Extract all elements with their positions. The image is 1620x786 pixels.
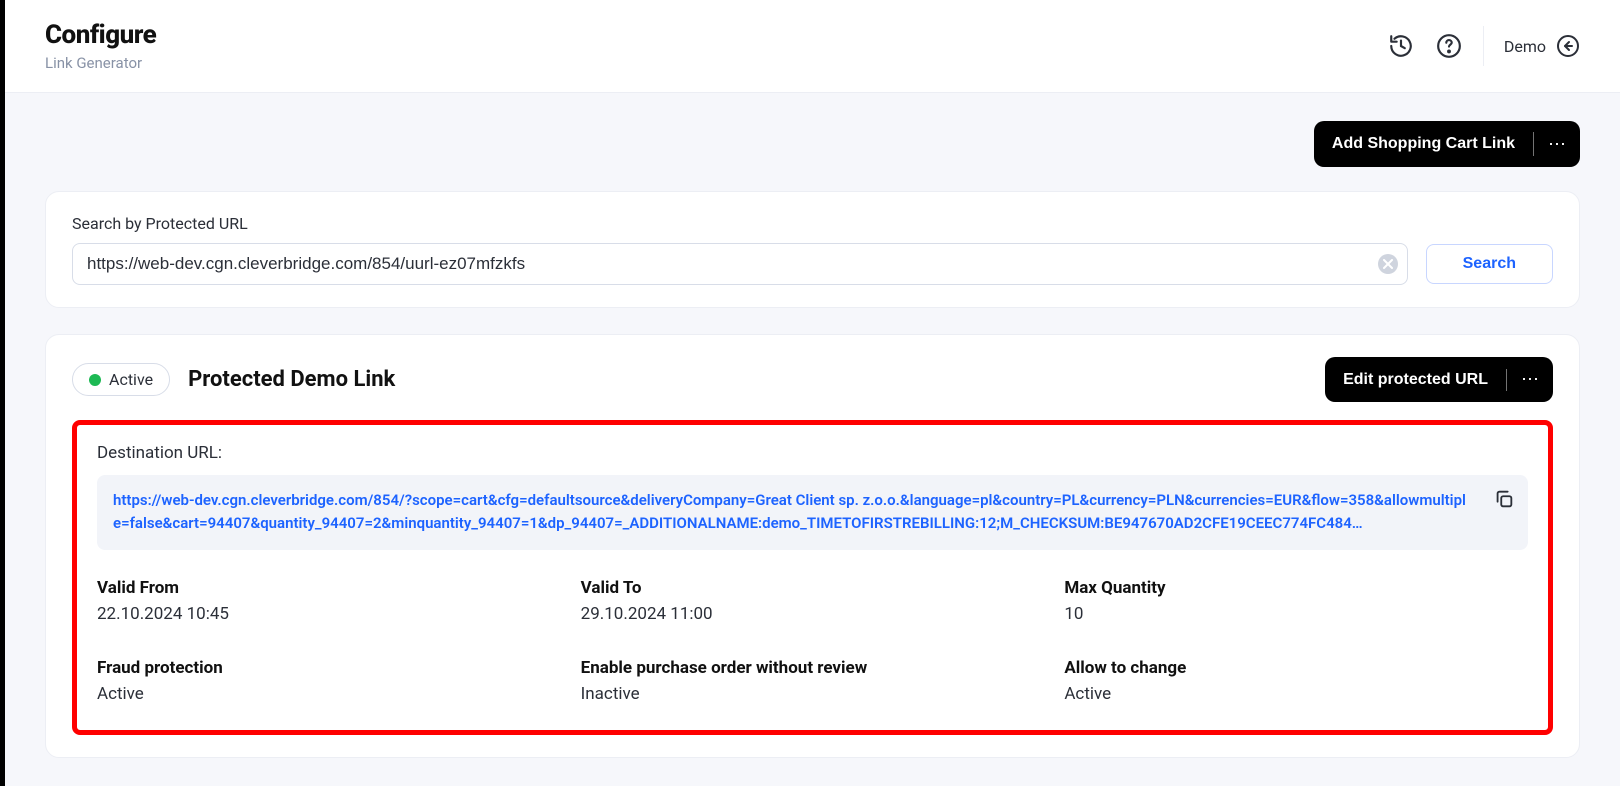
field-max-quantity: Max Quantity 10 — [1064, 578, 1528, 624]
user-menu[interactable]: Demo — [1504, 34, 1580, 58]
topbar-titles: Configure Link Generator — [45, 20, 156, 72]
history-icon[interactable] — [1387, 32, 1415, 60]
field-label: Allow to change — [1064, 658, 1528, 678]
field-label: Valid To — [581, 578, 1045, 598]
search-button[interactable]: Search — [1426, 244, 1553, 284]
edit-protected-url-button[interactable]: Edit protected URL ⋯ — [1325, 357, 1553, 402]
search-input[interactable] — [72, 243, 1408, 285]
field-valid-to: Valid To 29.10.2024 11:00 — [581, 578, 1045, 624]
status-label: Active — [109, 370, 153, 389]
add-shopping-cart-link-label: Add Shopping Cart Link — [1314, 121, 1533, 167]
detail-card-head-left: Active Protected Demo Link — [72, 363, 395, 396]
search-input-wrap — [72, 243, 1408, 285]
status-badge: Active — [72, 363, 170, 396]
field-value: Active — [1064, 684, 1528, 704]
reply-arrow-icon — [1556, 34, 1580, 58]
status-dot-icon — [89, 374, 101, 386]
link-detail-card: Active Protected Demo Link Edit protecte… — [45, 334, 1580, 758]
edit-protected-url-label: Edit protected URL — [1325, 359, 1506, 401]
field-value: 29.10.2024 11:00 — [581, 604, 1045, 624]
field-value: 22.10.2024 10:45 — [97, 604, 561, 624]
field-fraud-protection: Fraud protection Active — [97, 658, 561, 704]
actions-row: Add Shopping Cart Link ⋯ — [45, 121, 1580, 167]
clear-input-button[interactable] — [1378, 254, 1398, 274]
field-valid-from: Valid From 22.10.2024 10:45 — [97, 578, 561, 624]
field-label: Valid From — [97, 578, 561, 598]
field-value: Inactive — [581, 684, 1045, 704]
link-title: Protected Demo Link — [188, 367, 395, 392]
page-subtitle: Link Generator — [45, 54, 156, 72]
page-content: Add Shopping Cart Link ⋯ Search by Prote… — [5, 93, 1620, 786]
search-row: Search — [72, 243, 1553, 285]
user-label: Demo — [1504, 37, 1546, 56]
more-icon[interactable]: ⋯ — [1534, 121, 1580, 167]
destination-url-box: https://web-dev.cgn.cleverbridge.com/854… — [97, 475, 1528, 550]
destination-url[interactable]: https://web-dev.cgn.cleverbridge.com/854… — [113, 491, 1466, 532]
page-title: Configure — [45, 20, 156, 50]
field-label: Fraud protection — [97, 658, 561, 678]
field-allow-to-change: Allow to change Active — [1064, 658, 1528, 704]
topbar: Configure Link Generator Demo — [5, 0, 1620, 93]
more-icon[interactable]: ⋯ — [1507, 357, 1553, 402]
topbar-divider — [1483, 26, 1484, 66]
fields-grid: Valid From 22.10.2024 10:45 Valid To 29.… — [97, 578, 1528, 704]
field-value: 10 — [1064, 604, 1528, 624]
highlight-box: Destination URL: https://web-dev.cgn.cle… — [72, 420, 1553, 735]
detail-card-head: Active Protected Demo Link Edit protecte… — [72, 357, 1553, 410]
field-label: Enable purchase order without review — [581, 658, 1045, 678]
search-label: Search by Protected URL — [72, 214, 1553, 233]
copy-icon — [1493, 488, 1515, 510]
add-shopping-cart-link-button[interactable]: Add Shopping Cart Link ⋯ — [1314, 121, 1580, 167]
close-icon — [1383, 259, 1393, 269]
topbar-right: Demo — [1387, 26, 1580, 66]
copy-url-button[interactable] — [1490, 485, 1518, 513]
field-value: Active — [97, 684, 561, 704]
help-icon[interactable] — [1435, 32, 1463, 60]
field-label: Max Quantity — [1064, 578, 1528, 598]
field-po-without-review: Enable purchase order without review Ina… — [581, 658, 1045, 704]
destination-url-label: Destination URL: — [97, 443, 1528, 463]
search-card: Search by Protected URL Search — [45, 191, 1580, 308]
